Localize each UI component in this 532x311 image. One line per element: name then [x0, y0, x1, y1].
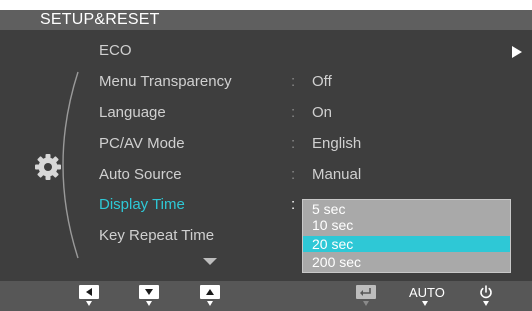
key-indicator-icon	[207, 301, 213, 306]
auto-button[interactable]: AUTO	[409, 286, 445, 299]
power-icon[interactable]	[478, 284, 494, 300]
menu-arc-decoration	[62, 71, 79, 259]
option-10-sec[interactable]: 10 sec	[303, 217, 510, 233]
scroll-down-icon[interactable]	[203, 258, 217, 266]
display-time-dropdown[interactable]: 5 sec 10 sec 20 sec 200 sec	[302, 199, 511, 273]
menu-title: SETUP&RESET	[40, 11, 160, 28]
menu-item-pc-av-mode[interactable]: PC/AV Mode	[99, 136, 185, 151]
osd-window: SETUP&RESET ECO Menu Transparency : Off …	[0, 10, 532, 311]
enter-button[interactable]	[356, 285, 376, 299]
up-button[interactable]	[200, 285, 220, 299]
menu-value-pc-av-mode: English	[312, 135, 362, 152]
title-bar: SETUP&RESET	[0, 10, 532, 30]
play-arrow-icon[interactable]	[511, 45, 523, 59]
menu-value-menu-transparency: Off	[312, 73, 332, 90]
down-button[interactable]	[139, 285, 159, 299]
key-indicator-icon	[363, 301, 369, 306]
menu-item-menu-transparency[interactable]: Menu Transparency	[99, 74, 232, 89]
left-button[interactable]	[79, 285, 99, 299]
key-indicator-icon	[483, 301, 489, 306]
menu-item-language[interactable]: Language	[99, 105, 166, 120]
separator: :	[291, 135, 296, 152]
separator: :	[291, 104, 296, 121]
separator: :	[291, 166, 296, 183]
option-200-sec[interactable]: 200 sec	[303, 254, 510, 270]
left-icon	[86, 288, 92, 296]
menu-item-key-repeat-time[interactable]: Key Repeat Time	[99, 228, 214, 243]
menu-item-display-time[interactable]: Display Time	[99, 197, 185, 212]
down-icon	[145, 289, 153, 295]
up-icon	[206, 289, 214, 295]
option-5-sec[interactable]: 5 sec	[303, 201, 510, 217]
gear-icon	[35, 154, 61, 180]
key-indicator-icon	[86, 301, 92, 306]
key-indicator-icon	[146, 301, 152, 306]
menu-item-eco[interactable]: ECO	[99, 43, 132, 58]
control-bar: AUTO	[0, 281, 532, 311]
menu-value-auto-source: Manual	[312, 166, 362, 183]
separator: :	[291, 196, 296, 213]
key-indicator-icon	[422, 301, 428, 306]
menu-value-language: On	[312, 104, 333, 121]
separator: :	[291, 73, 296, 90]
return-icon	[360, 288, 371, 296]
menu-item-auto-source[interactable]: Auto Source	[99, 167, 182, 182]
option-20-sec[interactable]: 20 sec	[303, 236, 510, 252]
